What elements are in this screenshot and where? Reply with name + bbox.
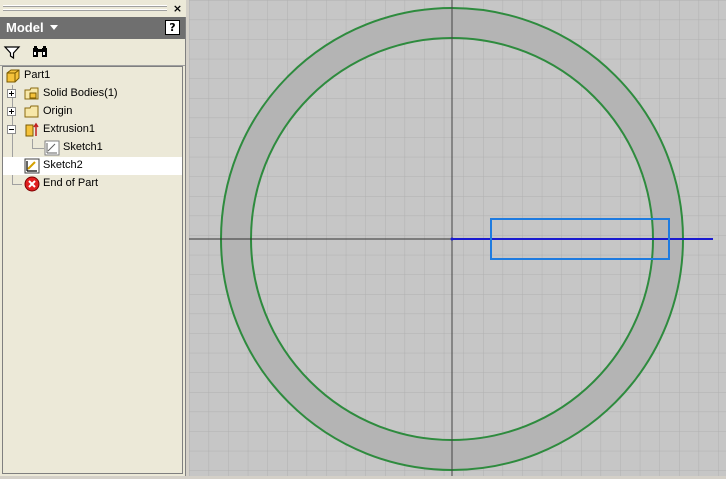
tree-item-label: Origin xyxy=(43,105,73,117)
browser-title-bar[interactable]: Model xyxy=(0,17,185,39)
help-button[interactable]: ? xyxy=(165,20,180,35)
tree-item-sketch2[interactable]: Sketch2 xyxy=(3,157,182,175)
binoculars-icon[interactable] xyxy=(30,42,50,62)
tree-item-part1[interactable]: Part1 xyxy=(3,67,182,85)
end-of-part-icon xyxy=(24,176,40,192)
close-panel-button[interactable]: × xyxy=(172,3,183,14)
tree-item-end-of-part[interactable]: End of Part xyxy=(3,175,182,193)
sketch-active-icon xyxy=(24,158,40,174)
tree-item-label: End of Part xyxy=(43,177,99,189)
part-icon xyxy=(5,68,21,84)
solid-bodies-icon xyxy=(24,86,40,102)
model-tree: Part1 Solid Bodies(1) Origin Extrusion1 … xyxy=(2,66,183,474)
tree-item-label: Solid Bodies(1) xyxy=(43,87,118,99)
tree-item-label: Sketch2 xyxy=(43,159,83,171)
expand-toggle[interactable] xyxy=(7,89,16,98)
tree-item-origin[interactable]: Origin xyxy=(3,103,182,121)
tree-item-solid-bodies[interactable]: Solid Bodies(1) xyxy=(3,85,182,103)
filter-icon[interactable] xyxy=(2,42,22,62)
expand-toggle[interactable] xyxy=(7,107,16,116)
sketch-origin-point[interactable] xyxy=(450,237,454,241)
extrusion-icon xyxy=(24,122,40,138)
graphics-window[interactable] xyxy=(189,0,726,476)
sketch-canvas[interactable] xyxy=(189,0,726,476)
tree-item-label: Sketch1 xyxy=(63,141,103,153)
chevron-down-icon[interactable] xyxy=(50,25,58,30)
tree-item-label: Extrusion1 xyxy=(43,123,95,135)
tree-item-sketch1[interactable]: Sketch1 xyxy=(3,139,182,157)
folder-icon xyxy=(24,104,40,120)
tree-item-extrusion1[interactable]: Extrusion1 xyxy=(3,121,182,139)
tree-item-label: Part1 xyxy=(24,69,51,81)
browser-toolbar xyxy=(0,39,185,66)
sketch-icon xyxy=(44,140,60,156)
browser-title[interactable]: Model xyxy=(6,20,44,35)
collapse-toggle[interactable] xyxy=(7,125,16,134)
model-browser-panel: × Model ? Part1 Solid Bodies(1) Origin E… xyxy=(0,0,186,476)
panel-grip[interactable] xyxy=(0,0,186,17)
